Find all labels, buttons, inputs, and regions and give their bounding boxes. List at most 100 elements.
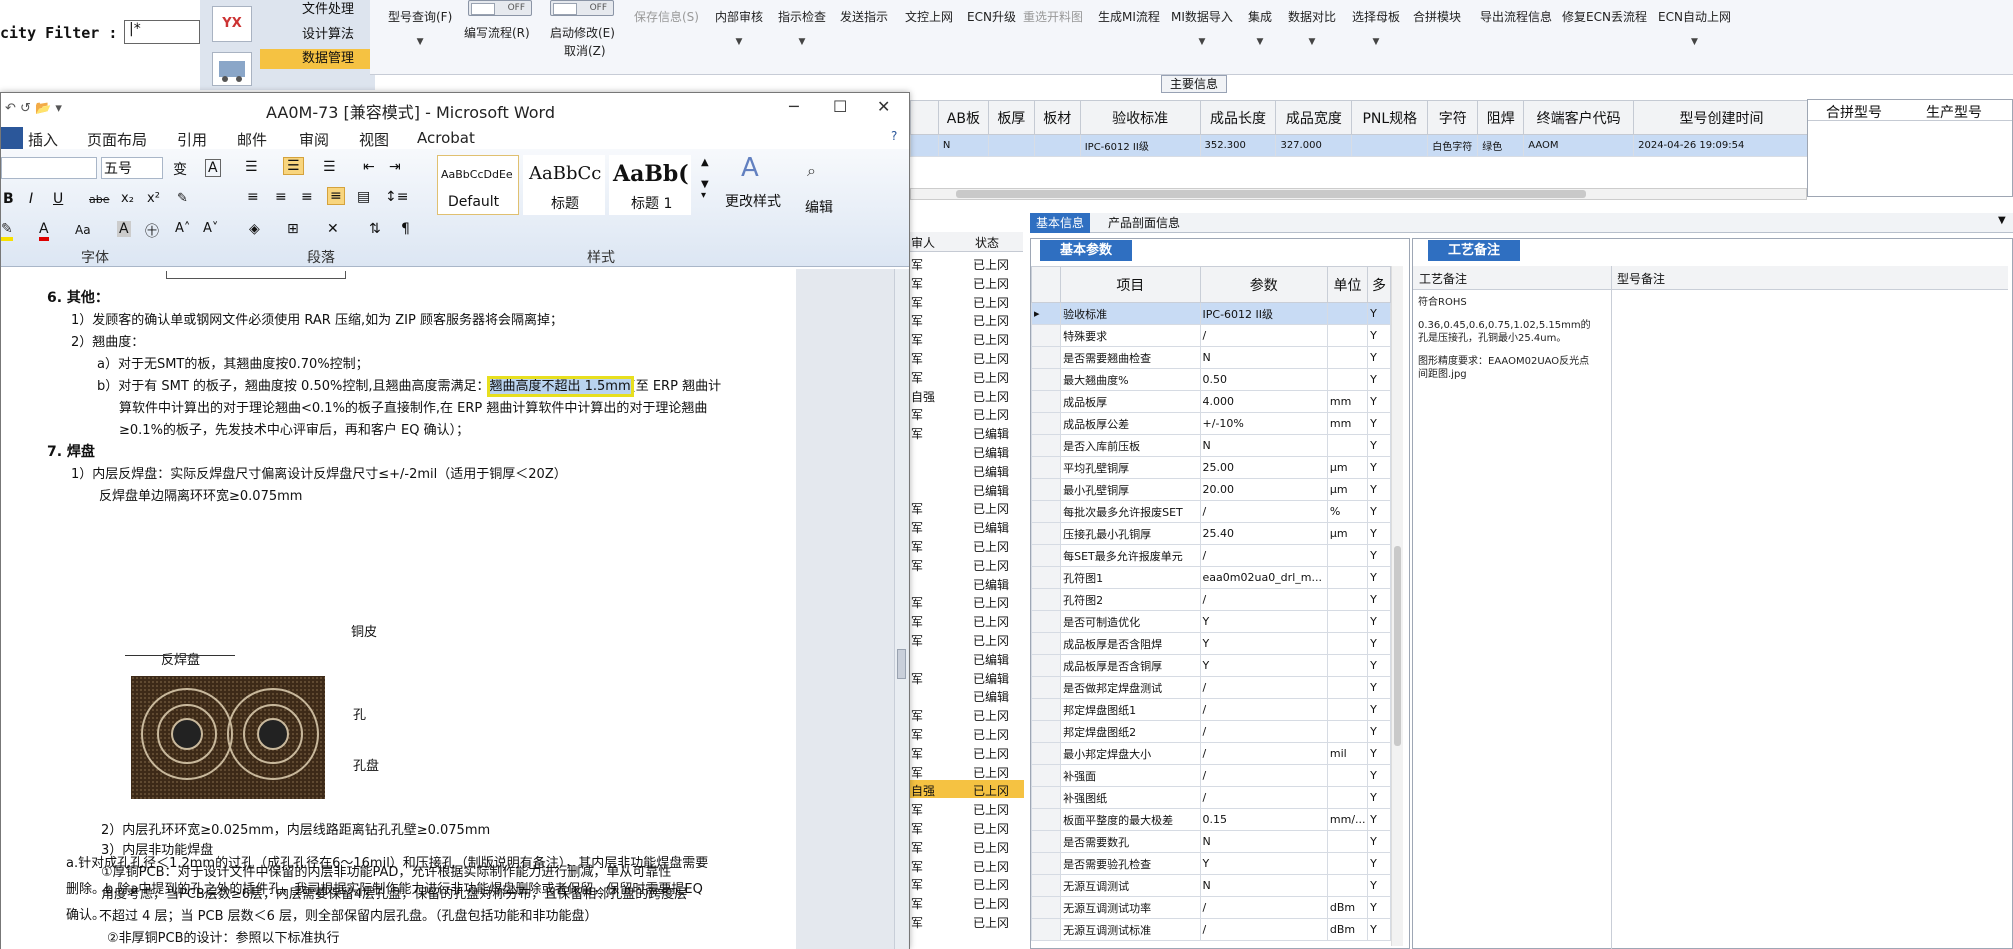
col-header[interactable]: 多: [1367, 266, 1391, 303]
styles-scroll-icon[interactable]: ▲ ▼ ▾: [701, 157, 709, 201]
table-row[interactable]: 邦定焊盘图纸2/ Y: [1030, 720, 1391, 743]
param-cell[interactable]: /: [1199, 896, 1328, 919]
row-header[interactable]: [1030, 610, 1062, 633]
status-row[interactable]: 自强 已上冈: [909, 386, 1024, 404]
find-icon[interactable]: ⌕: [807, 161, 816, 181]
merge-module-button[interactable]: 合拼模块: [1413, 8, 1461, 25]
minimize-icon[interactable]: ─: [789, 97, 799, 116]
phonetic-icon[interactable]: 变: [173, 159, 187, 179]
param-cell[interactable]: 20.00: [1199, 478, 1328, 501]
table-row[interactable]: 补强图纸 / Y: [1030, 786, 1391, 809]
maximize-icon[interactable]: ☐: [833, 97, 847, 116]
tab-acrobat[interactable]: Acrobat: [417, 129, 475, 147]
grid-header[interactable]: 型号创建时间: [1633, 100, 1810, 135]
line-spacing-icon[interactable]: ↕≡: [385, 189, 408, 205]
param-cell[interactable]: Y: [1199, 610, 1328, 633]
table-row[interactable]: 无源互调测试功率 / dBm Y: [1030, 896, 1391, 919]
tab-basic-info[interactable]: 基本信息: [1030, 213, 1091, 233]
status-row[interactable]: 自强 已上冈: [909, 780, 1024, 799]
grid-header[interactable]: 终端客户代码: [1523, 100, 1635, 135]
row-header[interactable]: [1030, 500, 1062, 523]
param-cell[interactable]: +/-10%: [1199, 412, 1328, 435]
grid-header[interactable]: 成品长度: [1199, 100, 1277, 135]
table-row[interactable]: 是否需要数孔 N Y: [1030, 830, 1391, 853]
table-row[interactable]: 成品板厚是否含阻焊 Y Y: [1030, 632, 1391, 655]
mi-data-import-button[interactable]: MI数据导入 ▼: [1171, 8, 1233, 47]
status-row[interactable]: 已编辑: [909, 574, 1024, 592]
nav-item-data[interactable]: 数据管理: [260, 49, 375, 69]
row-header[interactable]: [1030, 412, 1062, 435]
row-header[interactable]: [1030, 544, 1062, 567]
nav-item-file[interactable]: 文件处理: [260, 0, 375, 20]
col-header[interactable]: 参数: [1199, 266, 1328, 303]
tab-profile-info[interactable]: 产品剖面信息: [1102, 213, 1186, 233]
process-note-text[interactable]: 符合ROHS 0.36,0.45,0.6,0.75,1.02,5.15mm的孔是…: [1418, 296, 1598, 381]
table-row[interactable]: 是否可制造优化 Y Y: [1030, 610, 1391, 633]
row-header[interactable]: [1030, 764, 1062, 787]
align-center-icon[interactable]: ≡: [275, 189, 287, 205]
quick-access-icons[interactable]: ↶ ↺ 📂 ▾: [5, 101, 62, 116]
file-tab[interactable]: [1, 127, 23, 149]
grid-header[interactable]: 验收标准: [1079, 100, 1201, 135]
bold-icon[interactable]: B: [3, 191, 14, 207]
status-row[interactable]: 军 已上冈: [909, 348, 1024, 366]
status-row[interactable]: 已编辑: [909, 442, 1024, 460]
param-cell[interactable]: N: [1199, 830, 1328, 853]
status-header-a[interactable]: 审人: [911, 234, 935, 251]
status-row[interactable]: 军 已上冈: [909, 743, 1024, 761]
status-row[interactable]: 军 已上冈: [909, 498, 1024, 516]
param-cell[interactable]: /: [1199, 764, 1328, 787]
status-row[interactable]: 军 已编辑: [909, 423, 1024, 441]
tab-layout[interactable]: 页面布局: [87, 129, 147, 150]
status-row[interactable]: 军 已编辑: [909, 517, 1024, 535]
table-row[interactable]: 板面平整度的最大极差 0.15 mm/... Y: [1030, 808, 1391, 831]
row-header[interactable]: [1030, 456, 1062, 479]
start-modify-button[interactable]: 启动修改(E): [550, 24, 615, 41]
toggle-start-modify[interactable]: OFF: [550, 0, 614, 16]
table-row[interactable]: 平均孔壁铜厚 25.00 μm Y: [1030, 456, 1391, 479]
highlighted-selection[interactable]: 翘曲高度不超出 1.5mm: [486, 376, 634, 397]
table-row[interactable]: 成品板厚公差 +/-10% mm Y: [1030, 412, 1391, 435]
row-header[interactable]: [1030, 434, 1062, 457]
style-default[interactable]: AaBbCcDdEe Default: [437, 155, 519, 215]
reselect-cut-button[interactable]: 重选开料图: [1023, 8, 1083, 25]
scroll-thumb[interactable]: [1394, 546, 1401, 746]
grow-font-icon[interactable]: A˄: [175, 221, 190, 236]
param-cell[interactable]: N: [1199, 346, 1328, 369]
param-cell[interactable]: eaa0m02ua0_drl_m...: [1199, 566, 1328, 589]
decrease-indent-icon[interactable]: ⇤: [363, 159, 375, 175]
table-row[interactable]: 最大翘曲度% 0.50 Y: [1030, 368, 1391, 391]
param-cell[interactable]: 25.00: [1199, 456, 1328, 479]
row-header[interactable]: [1030, 588, 1062, 611]
status-row[interactable]: 军 已上冈: [909, 555, 1024, 573]
param-cell[interactable]: Y: [1199, 654, 1328, 677]
select-master-button[interactable]: 选择母板 ▼: [1352, 8, 1400, 47]
col-header[interactable]: 单位: [1326, 266, 1369, 303]
send-instruction-button[interactable]: 发送指示: [840, 8, 888, 25]
status-row[interactable]: 已编辑: [909, 480, 1024, 498]
superscript-icon[interactable]: x²: [147, 191, 160, 206]
justify-icon[interactable]: ≡: [327, 187, 345, 205]
italic-icon[interactable]: I: [29, 191, 33, 207]
status-row[interactable]: 军 已上冈: [909, 404, 1024, 422]
font-color-icon[interactable]: A: [39, 221, 49, 241]
distribute-icon[interactable]: ▤: [357, 189, 370, 205]
status-row[interactable]: 军 已编辑: [909, 668, 1024, 686]
strikethrough-icon[interactable]: abe: [89, 193, 110, 206]
row-header[interactable]: [1030, 786, 1062, 809]
shrink-font-icon[interactable]: A˅: [203, 221, 218, 236]
status-row[interactable]: 军 已上冈: [909, 630, 1024, 648]
borders-icon[interactable]: ⊞: [287, 221, 299, 237]
grid-header[interactable]: 生产型号: [1926, 102, 1982, 122]
row-header[interactable]: [1030, 698, 1062, 721]
asian-layout-icon[interactable]: ✕: [327, 221, 339, 237]
tab-review[interactable]: 审阅: [299, 129, 329, 150]
char-shading-icon[interactable]: A: [117, 221, 131, 237]
row-header[interactable]: [1030, 522, 1062, 545]
subscript-icon[interactable]: x₂: [121, 191, 134, 206]
row-header[interactable]: [1030, 566, 1062, 589]
tab-insert[interactable]: 插入: [28, 129, 58, 150]
param-cell[interactable]: Y: [1199, 852, 1328, 875]
internal-review-button[interactable]: 内部审核 ▼: [715, 8, 763, 47]
grid-header[interactable]: 板厚: [987, 100, 1035, 135]
